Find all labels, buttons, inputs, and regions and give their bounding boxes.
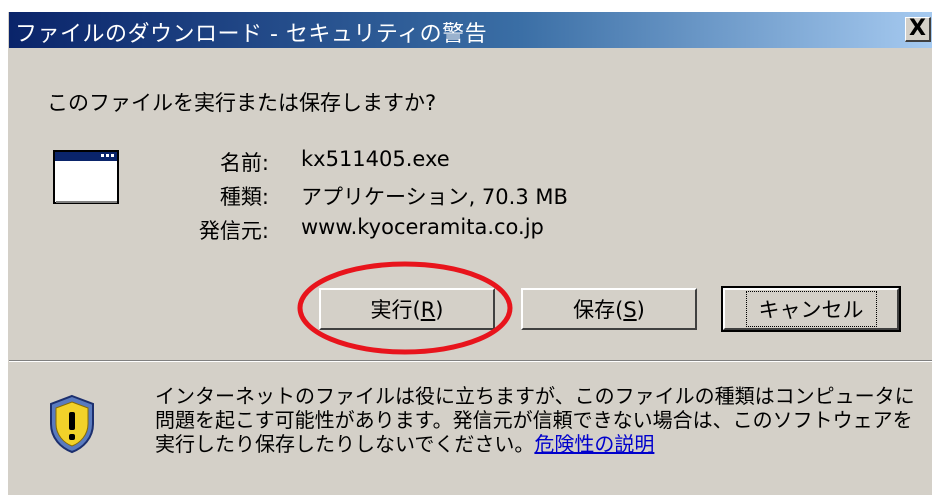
file-name-value: kx511405.exe: [301, 147, 450, 171]
save-button-label: 保存(S): [573, 298, 645, 322]
security-warning-dialog: ファイルのダウンロード - セキュリティの警告 X このファイルを実行または保存…: [8, 12, 932, 495]
application-window-icon: [53, 150, 119, 204]
cancel-button[interactable]: キャンセル: [721, 286, 901, 332]
cancel-button-label: キャンセル: [745, 291, 877, 327]
title-bar[interactable]: ファイルのダウンロード - セキュリティの警告 X: [9, 12, 932, 48]
close-icon: X: [909, 16, 926, 41]
download-question: このファイルを実行または保存しますか?: [47, 91, 437, 115]
warning-message: インターネットのファイルは役に立ちますが、このファイルの種類はコンピュータに問題…: [155, 384, 925, 456]
save-button[interactable]: 保存(S): [521, 288, 697, 330]
type-label: 種類:: [219, 185, 269, 209]
separator: [9, 360, 932, 362]
security-shield-warning-icon: [50, 394, 94, 454]
annotation-circle: [297, 261, 513, 355]
name-label: 名前:: [219, 151, 269, 175]
publisher-label: 発信元:: [198, 219, 269, 243]
close-button[interactable]: X: [905, 17, 931, 42]
dialog-title: ファイルのダウンロード - セキュリティの警告: [15, 22, 488, 47]
risk-explanation-link[interactable]: 危険性の説明: [534, 432, 654, 456]
publisher-value: www.kyoceramita.co.jp: [301, 215, 544, 239]
file-type-value: アプリケーション, 70.3 MB: [301, 185, 568, 209]
